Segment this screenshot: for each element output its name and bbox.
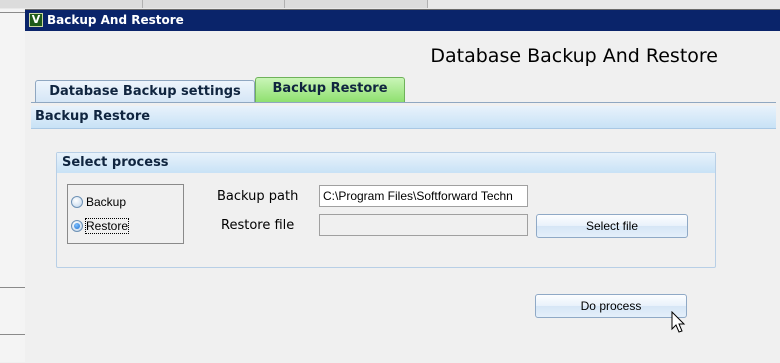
background-window-edge <box>0 9 25 362</box>
group-title: Select process <box>62 155 169 170</box>
radio-checked-icon[interactable] <box>71 220 83 232</box>
app-icon[interactable]: V <box>29 13 43 27</box>
tab-database-backup-settings[interactable]: Database Backup settings <box>35 80 255 102</box>
section-title: Backup Restore <box>35 109 151 124</box>
backup-restore-window: V Backup And Restore Database Backup And… <box>25 9 780 363</box>
backup-radio-label[interactable]: Backup <box>86 195 126 209</box>
background-line <box>0 12 25 13</box>
restore-file-input[interactable] <box>319 214 528 236</box>
group-header: Select process <box>57 153 715 173</box>
restore-file-label: Restore file <box>221 218 295 233</box>
do-process-button[interactable]: Do process <box>535 294 687 318</box>
backup-restore-tab-page: Backup Restore Select process Backup Res… <box>31 102 776 363</box>
select-process-group: Select process Backup Restore Backup pat… <box>56 152 716 268</box>
window-title: Backup And Restore <box>47 13 184 27</box>
select-file-button[interactable]: Select file <box>536 214 688 238</box>
page-title: Database Backup And Restore <box>430 45 718 67</box>
title-bar[interactable]: V Backup And Restore <box>25 9 780 31</box>
background-segment <box>143 0 285 8</box>
backup-path-label: Backup path <box>217 189 299 204</box>
background-segment <box>285 0 428 8</box>
radio-unchecked-icon[interactable] <box>71 196 83 208</box>
restore-radio[interactable]: Restore <box>71 218 130 234</box>
mouse-pointer-icon <box>671 311 686 333</box>
background-segment <box>0 0 143 8</box>
background-line <box>0 287 25 288</box>
window-client-area: Database Backup And Restore Database Bac… <box>29 31 776 363</box>
process-radio-group: Backup Restore <box>67 184 184 244</box>
tab-backup-restore[interactable]: Backup Restore <box>255 77 405 102</box>
backup-radio[interactable]: Backup <box>71 194 126 210</box>
section-header: Backup Restore <box>31 106 776 129</box>
restore-radio-label[interactable]: Restore <box>84 218 130 234</box>
backup-path-input[interactable]: C:\Program Files\Softforward Techn <box>319 185 528 207</box>
background-line <box>0 334 25 335</box>
